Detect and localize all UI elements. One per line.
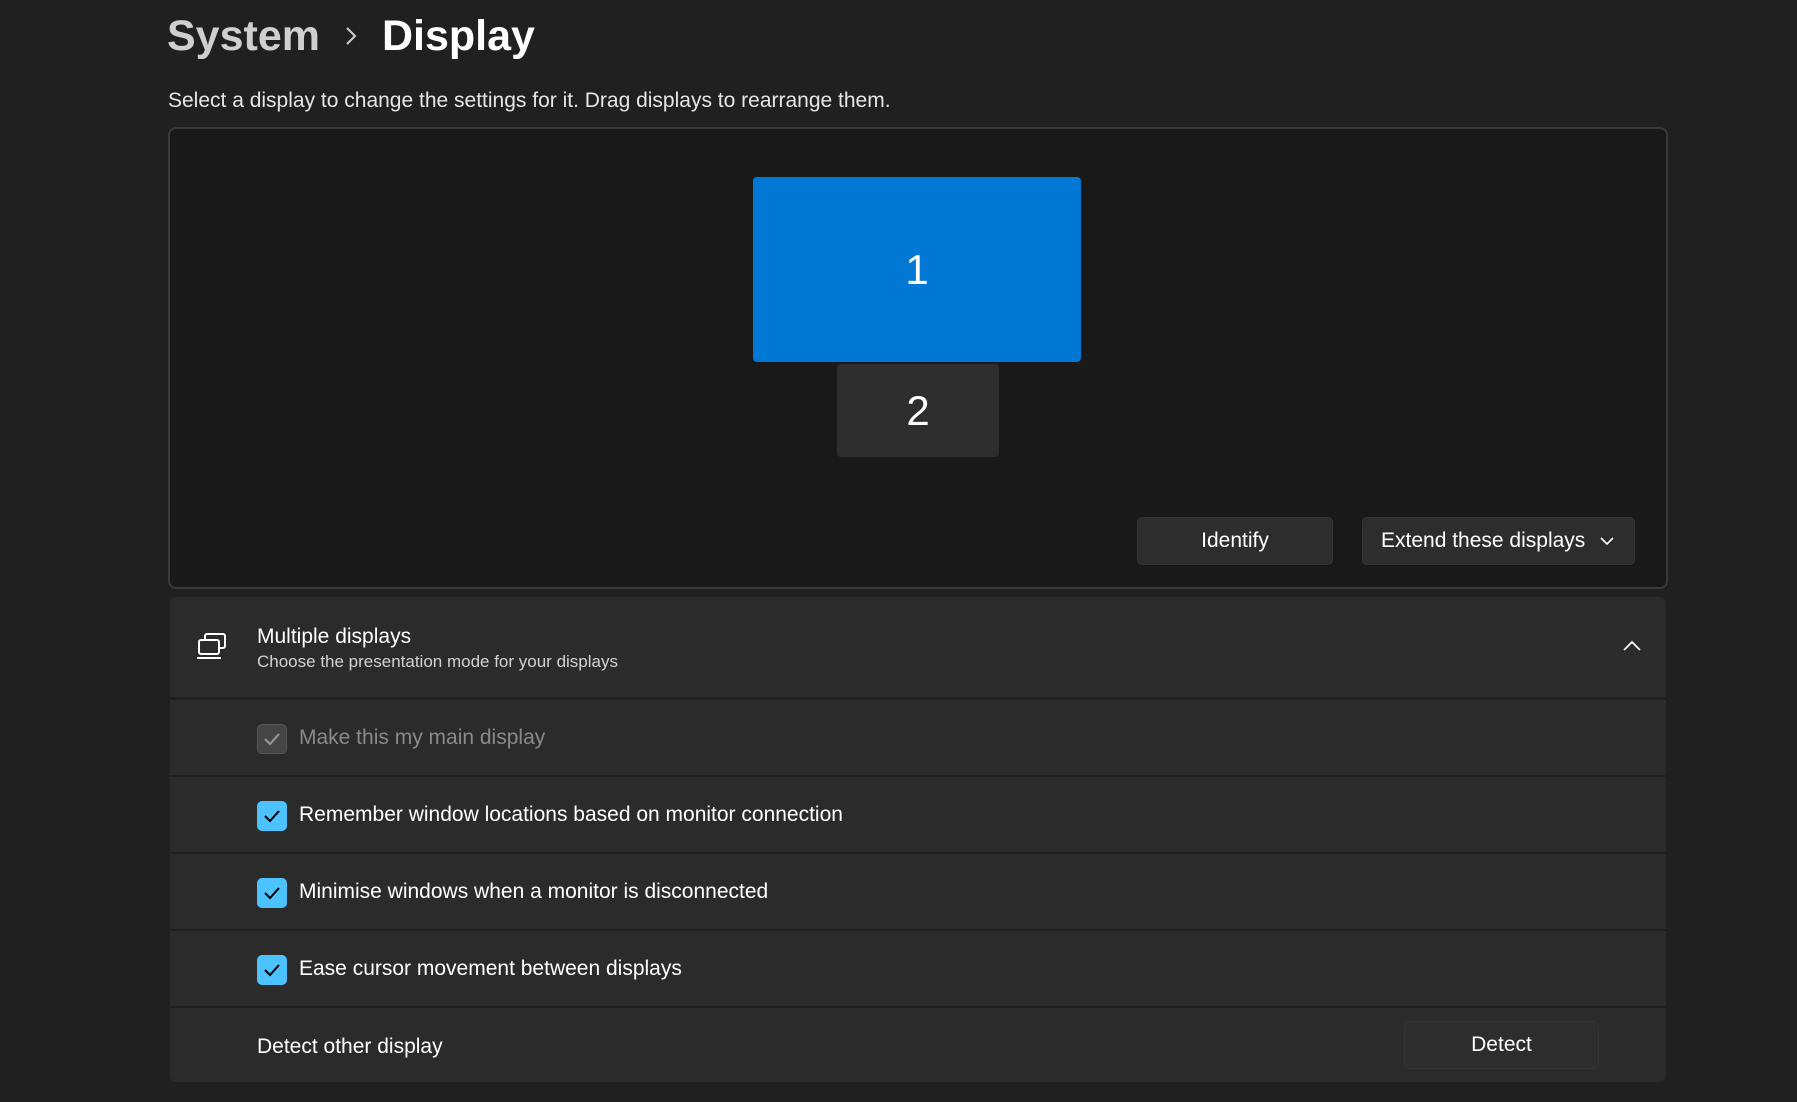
identify-button[interactable]: Identify — [1137, 517, 1333, 565]
display-arrangement-panel: 1 2 Identify Extend these displays — [168, 127, 1668, 589]
monitor-1-tile[interactable]: 1 — [753, 177, 1081, 362]
arrangement-description: Select a display to change the settings … — [168, 89, 891, 112]
checkmark-icon — [264, 733, 280, 746]
ease-cursor-label: Ease cursor movement between displays — [299, 957, 682, 980]
multiple-displays-icon — [197, 633, 226, 659]
remember-locations-checkbox[interactable] — [257, 801, 287, 831]
main-display-label: Make this my main display — [299, 726, 546, 749]
checkmark-icon — [264, 810, 280, 823]
detect-display-label: Detect other display — [257, 1035, 443, 1058]
option-remember-locations-row: Remember window locations based on monit… — [170, 777, 1666, 852]
breadcrumb-system-link[interactable]: System — [167, 12, 320, 61]
detect-button[interactable]: Detect — [1404, 1021, 1599, 1069]
option-main-display-row: Make this my main display — [170, 700, 1666, 775]
monitor-2-tile[interactable]: 2 — [837, 364, 999, 457]
multiple-displays-header[interactable]: Multiple displays Choose the presentatio… — [170, 597, 1666, 697]
remember-locations-label: Remember window locations based on monit… — [299, 803, 843, 826]
multiple-displays-title: Multiple displays — [257, 625, 412, 648]
minimise-windows-checkbox[interactable] — [257, 878, 287, 908]
option-minimise-windows-row: Minimise windows when a monitor is disco… — [170, 854, 1666, 929]
monitor-2-number: 2 — [906, 386, 930, 434]
detect-button-label: Detect — [1471, 1033, 1532, 1056]
ease-cursor-checkbox[interactable] — [257, 955, 287, 985]
monitor-1-number: 1 — [905, 245, 929, 293]
multiple-displays-subtitle: Choose the presentation mode for your di… — [257, 652, 618, 671]
identify-button-label: Identify — [1201, 529, 1269, 552]
chevron-right-icon — [320, 6, 382, 66]
breadcrumb: System Display — [167, 6, 535, 66]
chevron-up-icon[interactable] — [1622, 639, 1642, 653]
detect-display-row: Detect other display Detect — [170, 1008, 1666, 1082]
option-ease-cursor-row: Ease cursor movement between displays — [170, 931, 1666, 1006]
main-display-checkbox[interactable] — [257, 724, 287, 754]
display-mode-selected: Extend these displays — [1381, 529, 1586, 552]
checkmark-icon — [264, 964, 280, 977]
checkmark-icon — [264, 887, 280, 900]
minimise-windows-label: Minimise windows when a monitor is disco… — [299, 880, 769, 903]
page-title: Display — [381, 11, 535, 60]
display-settings-page: System Display Select a display to chang… — [0, 0, 1797, 1102]
display-mode-dropdown[interactable]: Extend these displays — [1362, 517, 1635, 565]
chevron-down-icon — [1600, 537, 1614, 546]
